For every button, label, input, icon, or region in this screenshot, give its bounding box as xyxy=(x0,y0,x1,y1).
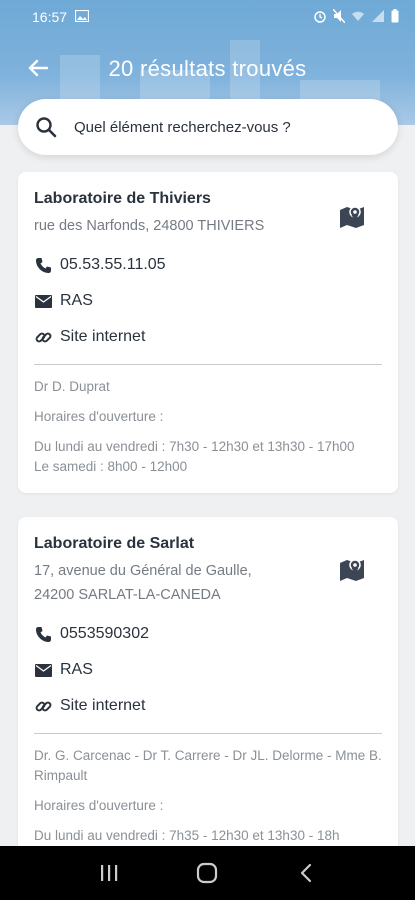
phone-row[interactable]: 05.53.55.11.05 xyxy=(34,248,382,282)
lab-address: 17, avenue du Général de Gaulle, 24200 S… xyxy=(34,559,324,607)
lab-details: Dr D. Duprat Horaires d'ouverture : Du l… xyxy=(34,377,382,477)
search-bar[interactable] xyxy=(18,99,398,155)
battery-icon xyxy=(391,8,399,26)
email-row[interactable]: RAS xyxy=(34,653,382,687)
results-list: Laboratoire de Thiviers rue des Narfonds… xyxy=(18,172,398,886)
signal-icon xyxy=(371,9,385,25)
hours-label: Horaires d'ouverture : xyxy=(34,409,164,424)
email-row[interactable]: RAS xyxy=(34,284,382,318)
hours-weekdays: Du lundi au vendredi : 7h35 - 12h30 et 1… xyxy=(34,828,340,843)
recent-apps-button[interactable] xyxy=(89,853,129,893)
chevron-left-icon xyxy=(300,863,311,883)
envelope-icon xyxy=(34,661,52,679)
hours-label: Horaires d'ouverture : xyxy=(34,798,164,813)
map-icon xyxy=(340,559,364,581)
phone-icon xyxy=(34,625,52,643)
map-icon xyxy=(340,206,364,228)
link-icon xyxy=(34,328,52,346)
doctors-list: Dr D. Duprat xyxy=(34,379,110,394)
recent-apps-icon xyxy=(101,865,118,881)
address-line-2: 24200 SARLAT-LA-CANEDA xyxy=(34,587,221,603)
app-header: 20 résultats trouvés xyxy=(0,44,415,96)
address-line-1: 17, avenue du Général de Gaulle, xyxy=(34,563,252,579)
address-line-1: rue des Narfonds, 24800 THIVIERS xyxy=(34,218,265,234)
lab-name: Laboratoire de Thiviers xyxy=(34,190,211,207)
result-card[interactable]: Laboratoire de Sarlat 17, avenue du Géné… xyxy=(18,517,398,862)
home-icon xyxy=(197,862,218,884)
phone-number: 05.53.55.11.05 xyxy=(60,256,166,273)
map-button[interactable] xyxy=(338,555,366,583)
mute-icon xyxy=(332,8,346,26)
divider xyxy=(34,364,382,365)
back-nav-button[interactable] xyxy=(286,853,326,893)
home-button[interactable] xyxy=(187,853,227,893)
result-card[interactable]: Laboratoire de Thiviers rue des Narfonds… xyxy=(18,172,398,493)
image-notification-icon xyxy=(74,9,90,25)
lab-details: Dr. G. Carcenac - Dr T. Carrere - Dr JL.… xyxy=(34,746,382,846)
map-button[interactable] xyxy=(338,202,366,230)
hours-weekdays: Du lundi au vendredi : 7h30 - 12h30 et 1… xyxy=(34,439,355,454)
divider xyxy=(34,733,382,734)
lab-name: Laboratoire de Sarlat xyxy=(34,535,195,552)
wifi-icon xyxy=(351,9,365,25)
phone-icon xyxy=(34,256,52,274)
website-row[interactable]: Site internet xyxy=(34,689,382,723)
website-row[interactable]: Site internet xyxy=(34,320,382,354)
phone-row[interactable]: 0553590302 xyxy=(34,617,382,651)
system-navigation-bar xyxy=(0,846,415,900)
email-value: RAS xyxy=(60,292,93,309)
website-link[interactable]: Site internet xyxy=(60,328,145,346)
doctors-list: Dr. G. Carcenac - Dr T. Carrere - Dr JL.… xyxy=(34,748,382,783)
search-input[interactable] xyxy=(74,118,374,136)
search-icon xyxy=(36,117,57,138)
alarm-icon xyxy=(313,9,327,26)
status-time: 16:57 xyxy=(32,9,68,25)
envelope-icon xyxy=(34,292,52,310)
link-icon xyxy=(34,697,52,715)
website-link[interactable]: Site internet xyxy=(60,697,145,715)
hours-saturday: Le samedi : 8h00 - 12h00 xyxy=(34,459,188,474)
phone-number: 0553590302 xyxy=(60,625,149,642)
lab-address: rue des Narfonds, 24800 THIVIERS xyxy=(34,214,324,238)
status-bar: 16:57 xyxy=(0,0,415,34)
page-title: 20 résultats trouvés xyxy=(108,56,307,81)
email-value: RAS xyxy=(60,661,93,678)
